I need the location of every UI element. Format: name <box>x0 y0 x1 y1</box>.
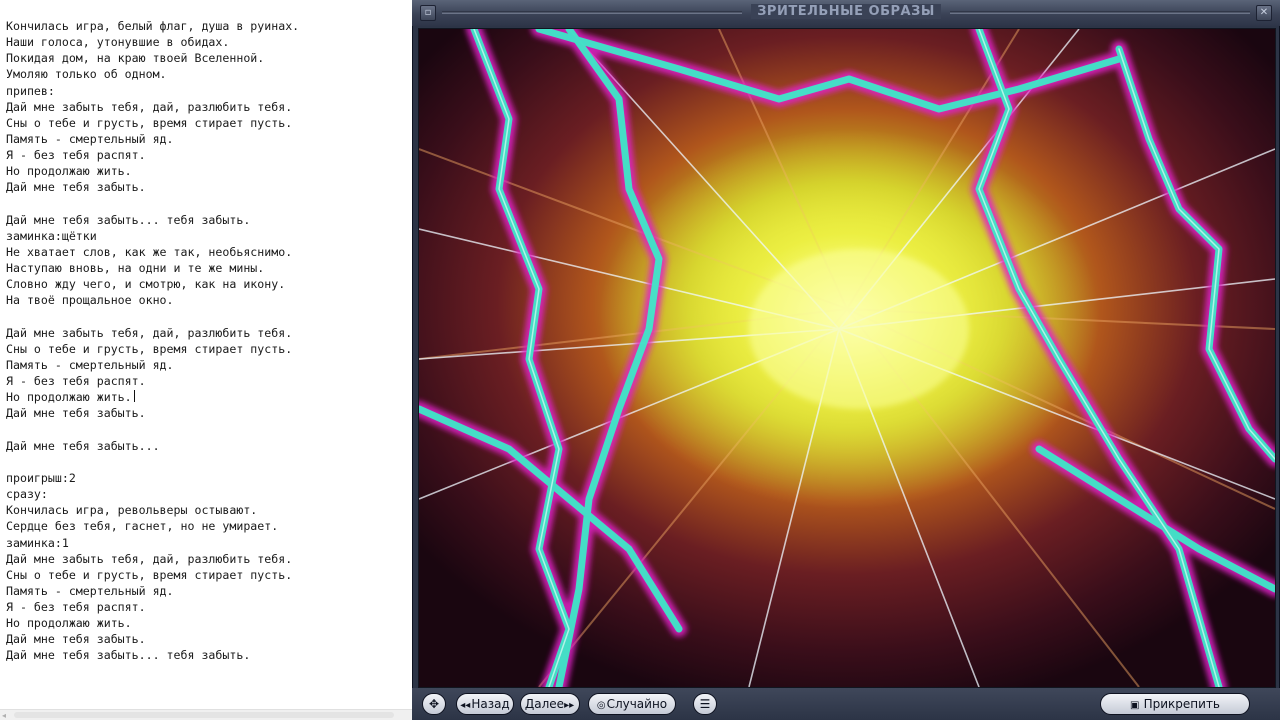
horizontal-scrollbar[interactable]: ◂ <box>0 709 412 720</box>
lyrics-text-editor[interactable]: Кончилась игра, белый флаг, душа в руина… <box>0 0 412 720</box>
scroll-left-arrow-icon[interactable]: ◂ <box>2 711 6 720</box>
editor-line: Память - смертельный яд. <box>6 357 174 372</box>
shuffle-icon: ◎ <box>596 700 606 711</box>
editor-line: заминка:щётки <box>6 228 97 243</box>
editor-line: Дай мне забыть тебя, дай, разлюбить тебя… <box>6 325 293 340</box>
editor-line: Сны о тебе и грусть, время стирает пусть… <box>6 115 293 130</box>
close-icon[interactable]: ✕ <box>1256 5 1272 21</box>
text-caret <box>133 390 135 403</box>
visualization-control-bar: ✥ ◂◂Назад Далее▸▸ ◎Случайно ☰ ▣ Прикрепи… <box>412 688 1280 720</box>
editor-line: Дай мне тебя забыть... тебя забыть. <box>6 648 251 663</box>
pin-icon: ▣ <box>1129 700 1143 711</box>
editor-text-area[interactable]: Кончилась игра, белый флаг, душа в руина… <box>6 18 299 664</box>
editor-line: Умоляю только об одном. <box>6 67 167 82</box>
fast-forward-icon: ▸▸ <box>564 700 575 711</box>
editor-line: Покидая дом, на краю твоей Вселенной. <box>6 51 265 66</box>
editor-line: Сердце без тебя, гаснет, но не умирает. <box>6 519 279 534</box>
editor-line: сразу: <box>6 487 48 502</box>
editor-line: Сны о тебе и грусть, время стирает пусть… <box>6 567 293 582</box>
editor-line: Дай мне тебя забыть. <box>6 632 146 647</box>
editor-line: Дай мне забыть тебя, дай, разлюбить тебя… <box>6 99 293 114</box>
editor-line: Но продолжаю жить. <box>6 616 132 631</box>
editor-line: Наступаю вновь, на одни и те же мины. <box>6 261 265 276</box>
window-titlebar[interactable]: ▫ ЗРИТЕЛЬНЫЕ ОБРАЗЫ ✕ <box>412 0 1280 26</box>
editor-line: Я - без тебя распят. <box>6 148 146 163</box>
editor-line: заминка:1 <box>6 535 69 550</box>
visualization-canvas[interactable] <box>418 28 1276 688</box>
editor-line: Но продолжаю жить. <box>6 389 299 405</box>
editor-line: Наши голоса, утонувшие в обидах. <box>6 35 230 50</box>
editor-line: Дай мне тебя забыть. <box>6 406 146 421</box>
editor-line: Я - без тебя распят. <box>6 600 146 615</box>
editor-line: Не хватает слов, как же так, необьяснимо… <box>6 244 293 259</box>
editor-line: Дай мне забыть тебя, дай, разлюбить тебя… <box>6 551 293 566</box>
editor-line: Дай мне тебя забыть... <box>6 438 160 453</box>
pin-button[interactable]: ▣ Прикрепить <box>1100 693 1250 715</box>
window-title: ЗРИТЕЛЬНЫЕ ОБРАЗЫ <box>412 4 1280 19</box>
next-button[interactable]: Далее▸▸ <box>520 693 580 715</box>
editor-line: Но продолжаю жить. <box>6 164 132 179</box>
options-menu-icon[interactable]: ☰ <box>693 693 717 715</box>
editor-line: Память - смертельный яд. <box>6 583 174 598</box>
move-window-icon[interactable]: ✥ <box>422 693 446 715</box>
editor-line: Я - без тебя распят. <box>6 374 146 389</box>
back-button[interactable]: ◂◂Назад <box>456 693 514 715</box>
editor-line: припев: <box>6 83 55 98</box>
visualization-image <box>419 29 1275 687</box>
horizontal-scroll-thumb[interactable] <box>14 712 394 718</box>
editor-line: Кончилась игра, белый флаг, душа в руина… <box>6 19 300 33</box>
random-button[interactable]: ◎Случайно <box>588 693 676 715</box>
editor-line: Дай мне тебя забыть... тебя забыть. <box>6 212 251 227</box>
editor-line: Сны о тебе и грусть, время стирает пусть… <box>6 341 293 356</box>
editor-line: Словно жду чего, и смотрю, как на икону. <box>6 277 286 292</box>
editor-line: Дай мне тебя забыть. <box>6 180 146 195</box>
visualization-window: ▫ ЗРИТЕЛЬНЫЕ ОБРАЗЫ ✕ ✥ ◂◂Назад Далее▸▸ … <box>412 0 1280 720</box>
editor-line: Память - смертельный яд. <box>6 131 174 146</box>
rewind-icon: ◂◂ <box>460 700 471 711</box>
editor-line: Кончилась игра, револьверы остывают. <box>6 503 258 518</box>
editor-line: проигрыш:2 <box>6 470 76 485</box>
editor-line: На твоё прощальное окно. <box>6 293 174 308</box>
